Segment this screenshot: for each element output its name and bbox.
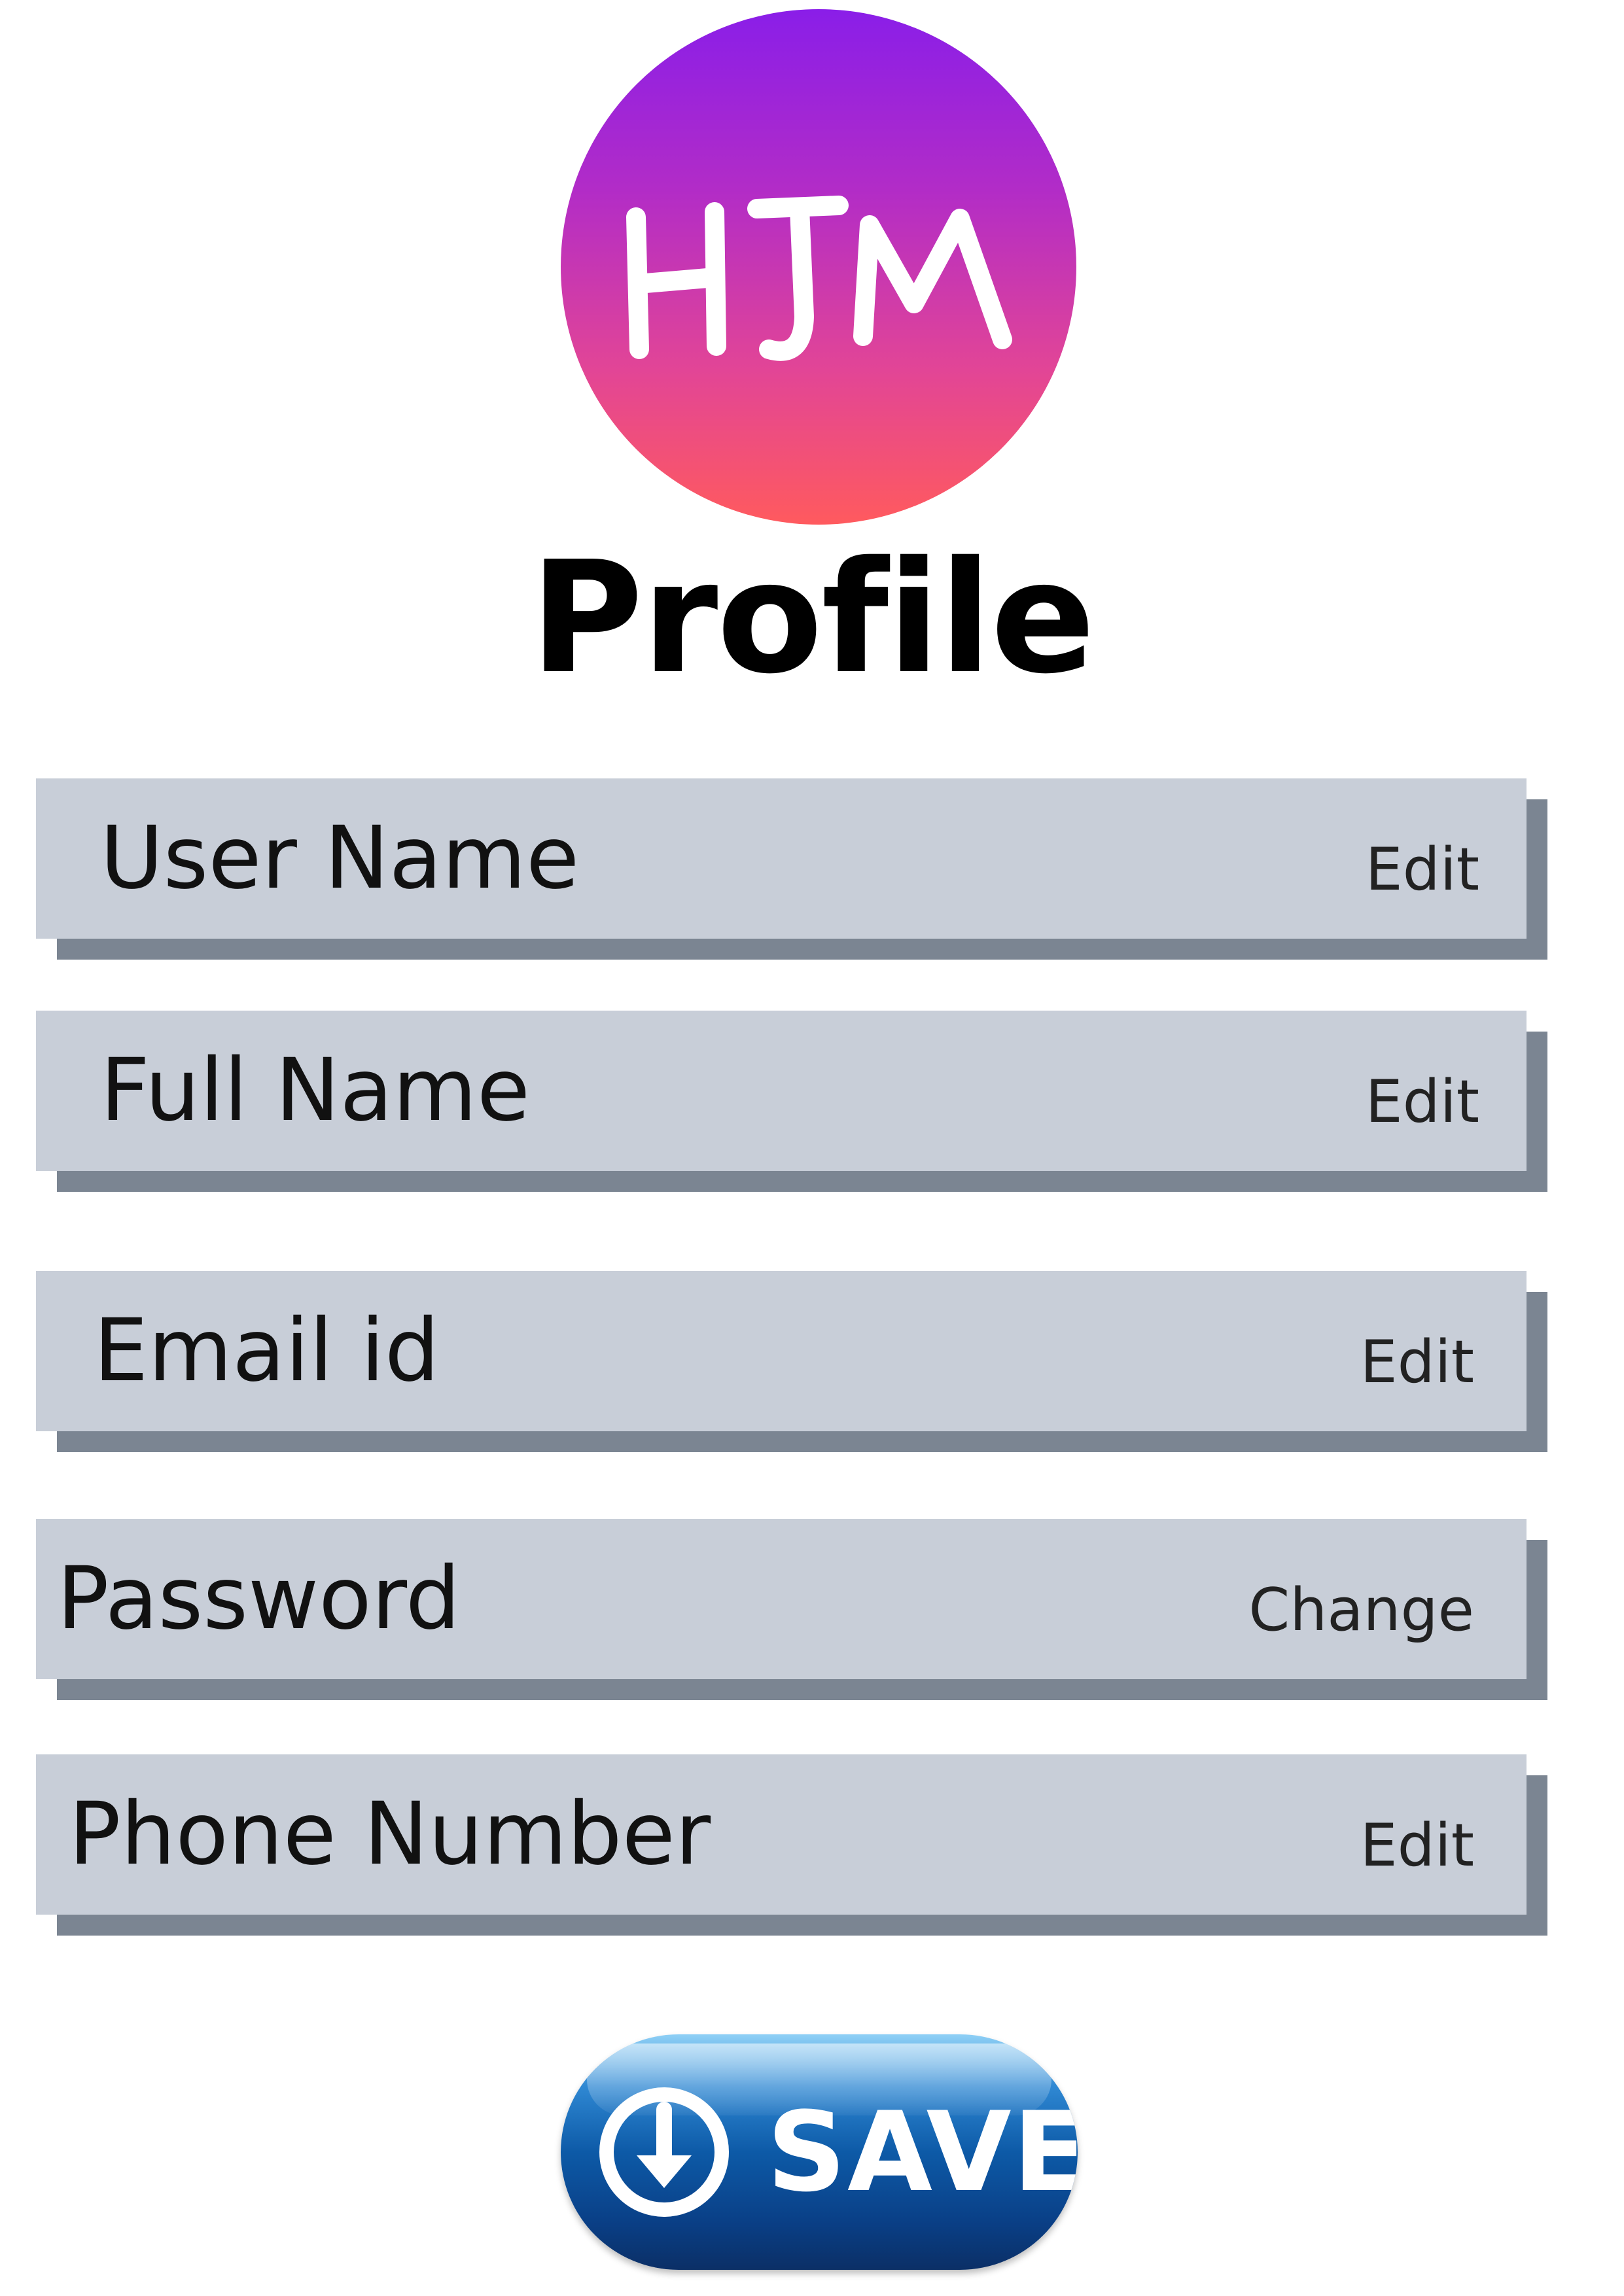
edit-phone-number-button[interactable]: Edit [1360, 1800, 1474, 1892]
field-row-user-name: User Name Edit [36, 778, 1547, 960]
edit-full-name-button[interactable]: Edit [1366, 1056, 1479, 1148]
brand-logo [561, 9, 1076, 525]
save-button-label: SAVE [767, 2088, 1078, 2216]
edit-email-button[interactable]: Edit [1360, 1317, 1474, 1408]
page-title: Profile [529, 528, 1095, 708]
field-label-phone-number: Phone Number [69, 1784, 711, 1885]
save-button[interactable]: SAVE [561, 2034, 1078, 2270]
download-arrow-icon [599, 2087, 729, 2217]
field-row-phone-number: Phone Number Edit [36, 1754, 1547, 1936]
change-password-button[interactable]: Change [1248, 1565, 1474, 1656]
field-row-full-name: Full Name Edit [36, 1011, 1547, 1192]
brand-logo-lettering [626, 196, 1012, 361]
edit-user-name-button[interactable]: Edit [1366, 824, 1479, 916]
field-label-password: Password [57, 1548, 461, 1649]
field-label-user-name: User Name [100, 808, 580, 909]
field-label-email: Email id [94, 1300, 440, 1401]
field-row-email: Email id Edit [36, 1271, 1547, 1452]
field-row-password: Password Change [36, 1519, 1547, 1700]
field-label-full-name: Full Name [100, 1040, 531, 1141]
